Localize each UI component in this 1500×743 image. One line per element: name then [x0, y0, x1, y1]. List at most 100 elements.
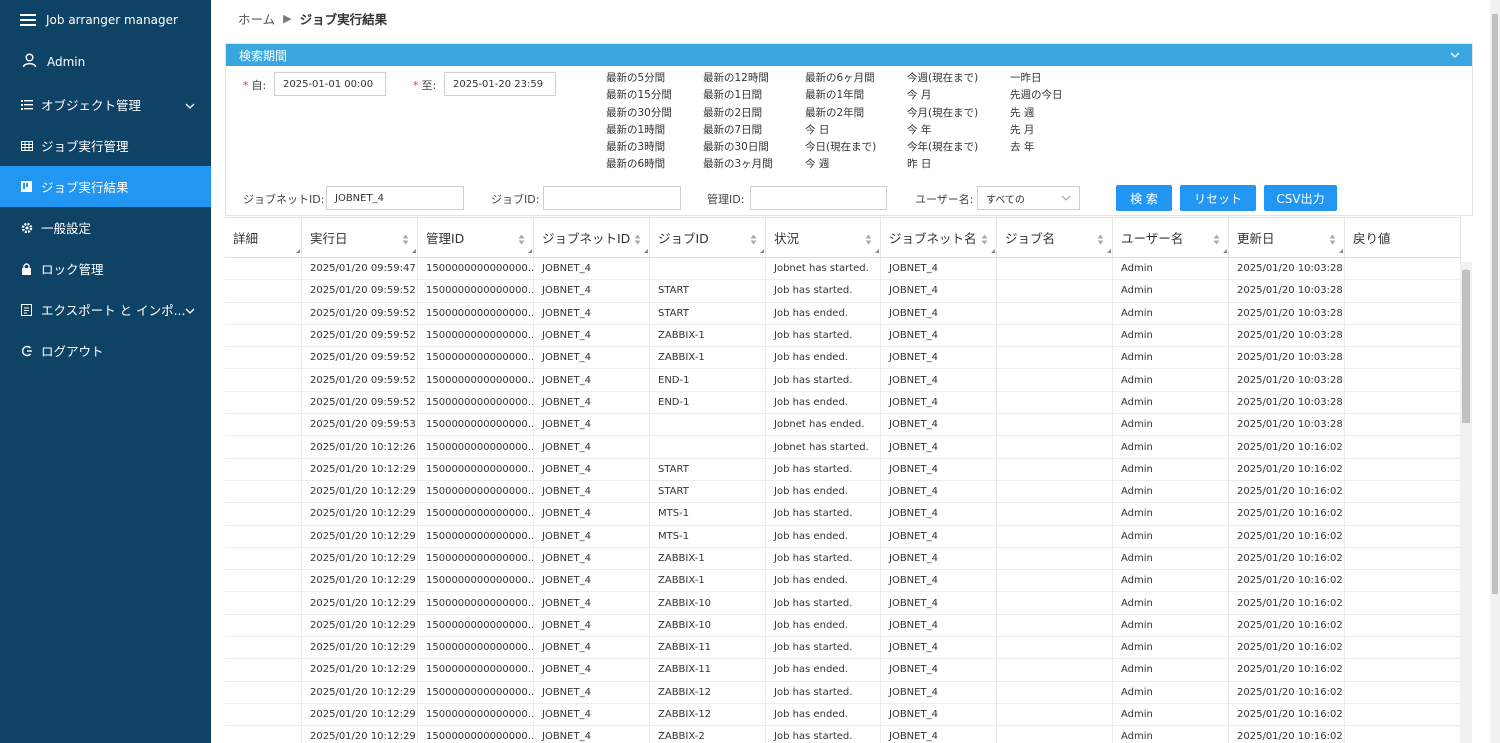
sidebar-item-export-import[interactable]: エクスポート と インポ... — [0, 289, 211, 330]
quick-range-option[interactable]: 一昨日 — [1010, 70, 1063, 87]
sort-icon[interactable] — [750, 233, 757, 248]
quick-range-option[interactable]: 今年(現在まで) — [907, 139, 978, 156]
sort-icon[interactable] — [981, 233, 988, 248]
table-scrollbar[interactable] — [1460, 262, 1472, 743]
column-header-exec-date[interactable]: 実行日 — [302, 218, 418, 257]
sort-icon[interactable] — [402, 233, 409, 248]
csv-export-button[interactable]: CSV出力 — [1264, 185, 1337, 211]
user-name-select[interactable]: すべての — [977, 186, 1080, 210]
table-row[interactable]: 2025/01/20 09:59:52 1500000000000000... JO… — [225, 347, 1461, 370]
breadcrumb-home[interactable]: ホーム — [238, 9, 275, 28]
column-header-jobnet-name[interactable]: ジョブネット名 — [881, 218, 997, 257]
quick-range-option[interactable]: 最新の30分間 — [606, 105, 672, 122]
quick-range-option[interactable]: 最新の6ヶ月間 — [805, 70, 876, 87]
manage-id-input[interactable] — [750, 186, 887, 210]
quick-range-option[interactable]: 昨 日 — [907, 156, 978, 173]
table-row[interactable]: 2025/01/20 10:12:29 1500000000000000... JO… — [225, 547, 1461, 571]
column-resize-icon[interactable] — [875, 241, 879, 256]
column-resize-icon[interactable] — [1339, 241, 1343, 256]
table-row[interactable]: 2025/01/20 10:12:29 1500000000000000... JO… — [225, 503, 1461, 526]
quick-range-option[interactable]: 今 月 — [907, 87, 978, 104]
quick-range-option[interactable]: 最新の30日間 — [703, 139, 773, 156]
column-header-manage-id[interactable]: 管理ID — [418, 218, 534, 257]
sidebar-item-object-management[interactable]: オブジェクト管理 — [0, 84, 211, 125]
from-date-input[interactable]: 2025-01-01 00:00 — [274, 72, 386, 96]
quick-range-option[interactable]: 先週の今日 — [1010, 87, 1063, 104]
quick-range-option[interactable]: 今週(現在まで) — [907, 70, 978, 87]
quick-range-option[interactable]: 最新の3時間 — [606, 139, 672, 156]
quick-range-option[interactable]: 今日(現在まで) — [805, 139, 876, 156]
quick-range-option[interactable]: 最新の15分間 — [606, 87, 672, 104]
to-date-input[interactable]: 2025-01-20 23:59 — [444, 72, 556, 96]
table-row[interactable]: 2025/01/20 10:12:29 1500000000000000... JO… — [225, 681, 1461, 704]
quick-range-option[interactable]: 最新の1時間 — [606, 122, 672, 139]
column-resize-icon[interactable] — [644, 241, 648, 256]
hamburger-menu-icon[interactable] — [20, 14, 36, 26]
column-resize-icon[interactable] — [1223, 241, 1227, 256]
table-row[interactable]: 2025/01/20 09:59:52 1500000000000000... JO… — [225, 302, 1461, 325]
sort-icon[interactable] — [1329, 233, 1336, 248]
quick-range-option[interactable]: 今 年 — [907, 122, 978, 139]
sidebar-item-logout[interactable]: ログアウト — [0, 330, 211, 371]
table-row[interactable]: 2025/01/20 09:59:52 1500000000000000... JO… — [225, 324, 1461, 348]
table-row[interactable]: 2025/01/20 10:12:29 1500000000000000... JO… — [225, 659, 1461, 682]
sort-icon[interactable] — [518, 233, 525, 248]
table-row[interactable]: 2025/01/20 09:59:52 1500000000000000... JO… — [225, 391, 1461, 415]
sort-icon[interactable] — [865, 233, 872, 248]
table-row[interactable]: 2025/01/20 10:12:29 1500000000000000... JO… — [225, 637, 1461, 660]
quick-range-option[interactable]: 最新の2日間 — [703, 105, 773, 122]
quick-range-option[interactable]: 最新の7日間 — [703, 122, 773, 139]
table-row[interactable]: 2025/01/20 09:59:52 1500000000000000... JO… — [225, 280, 1461, 303]
quick-range-option[interactable]: 今月(現在まで) — [907, 105, 978, 122]
quick-range-option[interactable]: 先 週 — [1010, 105, 1063, 122]
table-row[interactable]: 2025/01/20 09:59:53 1500000000000000... JO… — [225, 414, 1461, 437]
quick-range-option[interactable]: 最新の5分間 — [606, 70, 672, 87]
page-scrollbar[interactable] — [1490, 0, 1500, 743]
table-row[interactable]: 2025/01/20 10:12:29 1500000000000000... JO… — [225, 614, 1461, 638]
column-header-status[interactable]: 状況 — [766, 218, 881, 257]
column-resize-icon[interactable] — [412, 241, 416, 256]
reset-button[interactable]: リセット — [1180, 185, 1256, 211]
sort-icon[interactable] — [1213, 233, 1220, 248]
column-header-jobnet-id[interactable]: ジョブネットID — [534, 218, 650, 257]
sidebar-item-job-execution-management[interactable]: ジョブ実行管理 — [0, 125, 211, 166]
search-button[interactable]: 検 索 — [1116, 185, 1172, 211]
table-row[interactable]: 2025/01/20 10:12:29 1500000000000000... JO… — [225, 525, 1461, 548]
user-info[interactable]: Admin — [0, 40, 211, 84]
jobnet-id-input[interactable]: JOBNET_4 — [326, 186, 464, 210]
table-row[interactable]: 2025/01/20 10:12:29 1500000000000000... JO… — [225, 480, 1461, 504]
quick-range-option[interactable]: 今 週 — [805, 156, 876, 173]
column-resize-icon[interactable] — [296, 241, 300, 256]
sidebar-item-lock-management[interactable]: ロック管理 — [0, 248, 211, 289]
table-scrollbar-thumb[interactable] — [1462, 270, 1470, 423]
column-resize-icon[interactable] — [528, 241, 532, 256]
quick-range-option[interactable]: 最新の3ヶ月間 — [703, 156, 773, 173]
table-row[interactable]: 2025/01/20 10:12:29 1500000000000000... JO… — [225, 726, 1461, 743]
column-header-user-name[interactable]: ユーザー名 — [1113, 218, 1229, 257]
table-row[interactable]: 2025/01/20 10:12:26 1500000000000000... JO… — [225, 436, 1461, 459]
column-resize-icon[interactable] — [1107, 241, 1111, 256]
table-row[interactable]: 2025/01/20 09:59:47 1500000000000000... JO… — [225, 258, 1461, 281]
sort-icon[interactable] — [634, 233, 641, 248]
quick-range-option[interactable]: 先 月 — [1010, 122, 1063, 139]
column-header-update-date[interactable]: 更新日 — [1229, 218, 1345, 257]
column-header-job-name[interactable]: ジョブ名 — [997, 218, 1113, 257]
table-row[interactable]: 2025/01/20 10:12:29 1500000000000000... JO… — [225, 592, 1461, 615]
quick-range-option[interactable]: 最新の1日間 — [703, 87, 773, 104]
quick-range-option[interactable]: 最新の6時間 — [606, 156, 672, 173]
chevron-down-icon[interactable] — [1450, 49, 1460, 63]
quick-range-option[interactable]: 最新の2年間 — [805, 105, 876, 122]
quick-range-option[interactable]: 最新の12時間 — [703, 70, 773, 87]
quick-range-option[interactable]: 去 年 — [1010, 139, 1063, 156]
table-row[interactable]: 2025/01/20 09:59:52 1500000000000000... JO… — [225, 369, 1461, 392]
column-resize-icon[interactable] — [991, 241, 995, 256]
search-period-header[interactable]: 検索期間 — [226, 44, 1472, 66]
table-row[interactable]: 2025/01/20 10:12:29 1500000000000000... JO… — [225, 703, 1461, 727]
quick-range-option[interactable]: 今 日 — [805, 122, 876, 139]
column-header-job-id[interactable]: ジョブID — [650, 218, 766, 257]
table-row[interactable]: 2025/01/20 10:12:29 1500000000000000... JO… — [225, 458, 1461, 481]
sidebar-item-general-settings[interactable]: 一般設定 — [0, 207, 211, 248]
quick-range-option[interactable]: 最新の1年間 — [805, 87, 876, 104]
table-row[interactable]: 2025/01/20 10:12:29 1500000000000000... JO… — [225, 570, 1461, 593]
sort-icon[interactable] — [1097, 233, 1104, 248]
